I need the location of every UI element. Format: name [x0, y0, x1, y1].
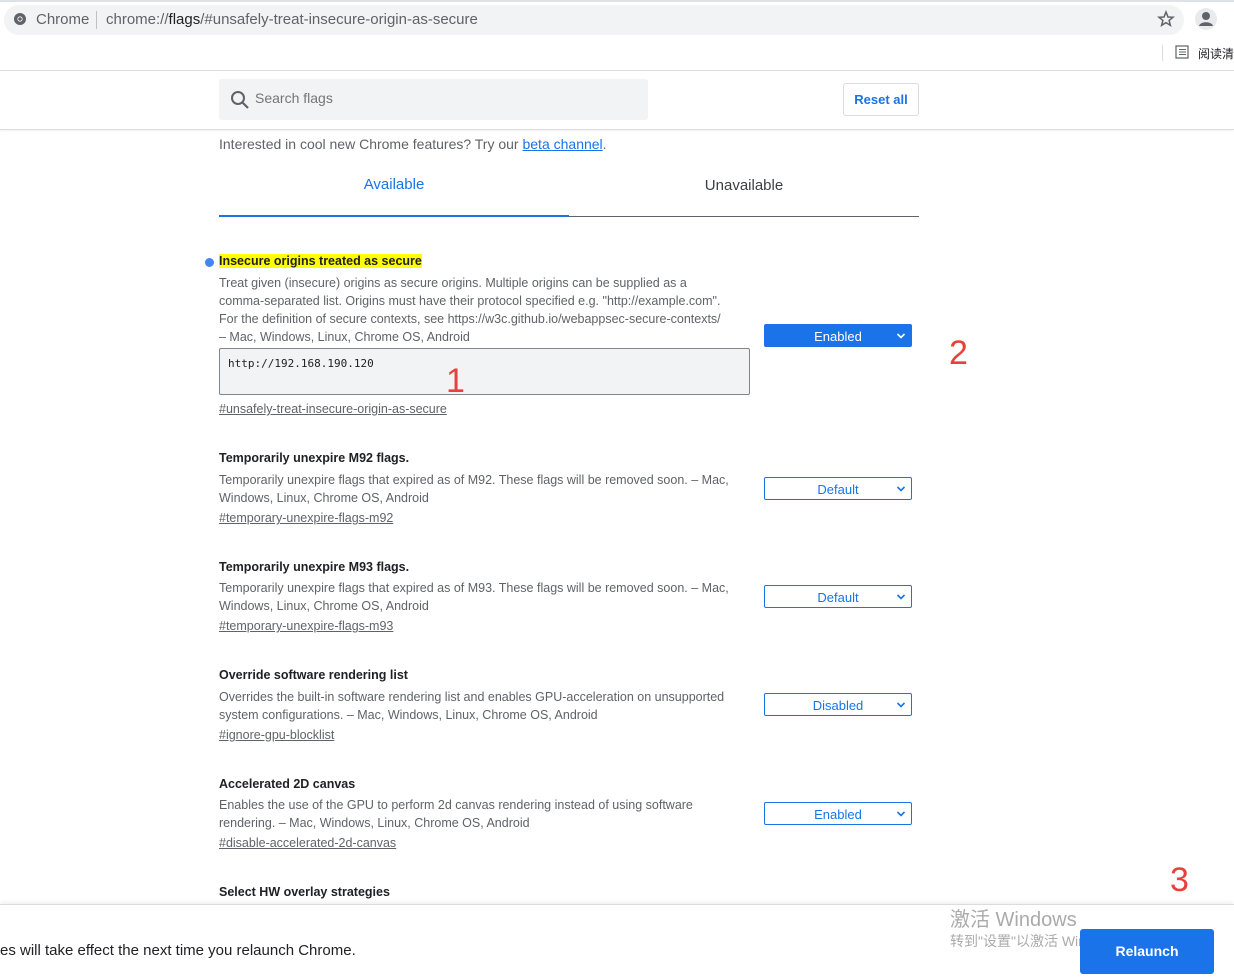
bookmark-bar — [0, 40, 1234, 71]
experiment-link[interactable]: #temporary-unexpire-flags-m93 — [219, 619, 393, 633]
experiment-link[interactable]: #unsafely-treat-insecure-origin-as-secur… — [219, 402, 447, 416]
bookmark-star-icon[interactable] — [1157, 10, 1175, 28]
chevron-down-icon — [896, 594, 906, 600]
chrome-icon — [14, 13, 26, 25]
description-line: comma-separated list. Origins must have … — [219, 294, 721, 308]
beta-channel-link[interactable]: beta channel — [522, 136, 602, 152]
experiment-description: Temporarily unexpire flags that expired … — [219, 579, 754, 615]
select-value: Enabled — [814, 329, 862, 344]
profile-avatar[interactable] — [1195, 8, 1217, 30]
chevron-down-icon — [896, 486, 906, 492]
experiment-state-select[interactable]: Disabled — [764, 693, 912, 716]
experiment-title: Temporarily unexpire M92 flags. — [219, 451, 410, 465]
reading-list-icon[interactable] — [1175, 45, 1189, 59]
site-name: Chrome — [36, 11, 90, 28]
tab-active-indicator — [219, 215, 569, 217]
search-icon — [231, 91, 249, 109]
intro-suffix: . — [602, 136, 607, 152]
tab-strip-edge — [0, 0, 1234, 2]
activation-watermark: 激活 Windows — [950, 909, 1077, 931]
chevron-down-icon — [896, 333, 906, 339]
tab-unavailable[interactable]: Unavailable — [569, 177, 919, 217]
experiment-state-select[interactable]: Default — [764, 585, 912, 608]
experiment-description: Temporarily unexpire flags that expired … — [219, 471, 754, 507]
description-line: rendering. – Mac, Windows, Linux, Chrome… — [219, 816, 530, 830]
omnibox-divider — [96, 11, 97, 29]
select-value: Disabled — [812, 698, 864, 713]
experiment-title: Select HW overlay strategies — [219, 885, 390, 899]
intro-sentence: Interested in cool new Chrome features? … — [219, 136, 523, 152]
select-value: Default — [817, 482, 859, 497]
reading-list-label[interactable]: 阅读清 — [1198, 45, 1234, 62]
chevron-down-icon — [896, 811, 906, 817]
experiment-description: Enables the use of the GPU to perform 2d… — [219, 796, 754, 832]
experiment-title: Accelerated 2D canvas — [219, 777, 356, 791]
bookmark-divider — [1162, 45, 1163, 61]
person-icon — [1199, 12, 1213, 26]
experiment-state-select[interactable]: Enabled — [764, 324, 912, 347]
experiment-title: Insecure origins treated as secure — [219, 254, 422, 268]
url-text[interactable]: chrome://flags/#unsafely-treat-insecure-… — [106, 11, 478, 28]
description-line: Treat given (insecure) origins as secure… — [219, 276, 687, 290]
chevron-down-icon — [896, 702, 906, 708]
origins-textarea[interactable] — [219, 348, 750, 395]
experiment-state-select[interactable]: Default — [764, 477, 912, 500]
experiment-title: Temporarily unexpire M93 flags. — [219, 560, 410, 574]
experiment-state-select[interactable]: Enabled — [764, 802, 912, 825]
relaunch-message: es will take effect the next time you re… — [0, 942, 356, 959]
description-line: Windows, Linux, Chrome OS, Android — [219, 491, 429, 505]
description-line: Temporarily unexpire flags that expired … — [219, 473, 729, 487]
intro-text: Interested in cool new Chrome features? … — [219, 136, 607, 152]
description-line: For the definition of secure contexts, s… — [219, 312, 721, 326]
relaunch-button[interactable]: Relaunch — [1080, 929, 1214, 974]
description-line: Enables the use of the GPU to perform 2d… — [219, 798, 693, 812]
url-prefix: chrome:// — [106, 11, 169, 28]
annotation-label: 1 — [446, 362, 465, 400]
annotation-label: 2 — [949, 334, 968, 372]
select-value: Default — [817, 590, 859, 605]
description-line: Temporarily unexpire flags that expired … — [219, 581, 729, 595]
annotation-label: 3 — [1170, 861, 1189, 899]
url-path: /#unsafely-treat-insecure-origin-as-secu… — [200, 11, 478, 28]
experiment-title: Override software rendering list — [219, 668, 408, 682]
select-value: Enabled — [814, 807, 862, 822]
url-host: flags — [168, 11, 201, 28]
experiment-link[interactable]: #temporary-unexpire-flags-m92 — [219, 511, 393, 525]
tab-available[interactable]: Available — [219, 176, 569, 216]
reset-all-button[interactable]: Reset all — [843, 83, 919, 116]
experiment-description: Overrides the built-in software renderin… — [219, 688, 754, 724]
search-input[interactable] — [255, 90, 635, 106]
experiment-description: Treat given (insecure) origins as secure… — [219, 274, 754, 346]
experiment-link[interactable]: #ignore-gpu-blocklist — [219, 728, 334, 742]
description-line: Overrides the built-in software renderin… — [219, 690, 725, 704]
description-line: – Mac, Windows, Linux, Chrome OS, Androi… — [219, 330, 470, 344]
modified-indicator — [205, 258, 214, 267]
description-line: Windows, Linux, Chrome OS, Android — [219, 599, 429, 613]
experiment-link[interactable]: #disable-accelerated-2d-canvas — [219, 836, 396, 850]
description-line: system configurations. – Mac, Windows, L… — [219, 708, 598, 722]
